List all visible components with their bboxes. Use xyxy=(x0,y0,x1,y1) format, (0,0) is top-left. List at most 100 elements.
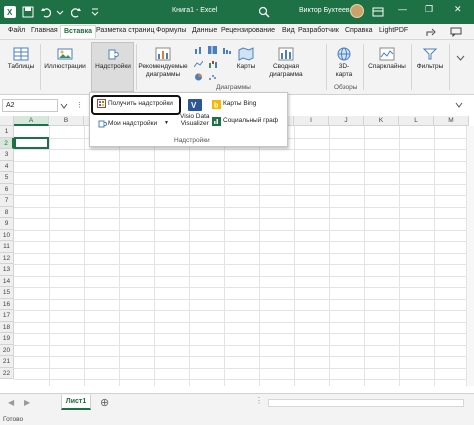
status-bar: Готово xyxy=(0,415,474,425)
minimize-button[interactable]: — xyxy=(398,4,407,14)
row-header-20[interactable]: 20 xyxy=(0,344,14,356)
row-header-7[interactable]: 7 xyxy=(0,195,14,207)
redo-icon[interactable] xyxy=(70,6,82,20)
row-header-13[interactable]: 13 xyxy=(0,264,14,276)
pivot-chart-button[interactable]: Сводная диаграмма xyxy=(263,47,309,79)
tab-split-handle[interactable]: ⋮ xyxy=(255,396,263,405)
tab-data[interactable]: Данные xyxy=(192,27,217,34)
row-header-6[interactable]: 6 xyxy=(0,183,14,195)
more-commands-icon[interactable] xyxy=(456,54,465,62)
tables-button[interactable]: Таблицы xyxy=(6,47,36,71)
row-header-3[interactable]: 3 xyxy=(0,149,14,161)
selected-cell-a2[interactable] xyxy=(14,137,49,149)
tab-developer[interactable]: Разработчик xyxy=(298,27,339,34)
pie-chart-icon[interactable] xyxy=(194,73,203,81)
row-header-5[interactable]: 5 xyxy=(0,172,14,184)
vertical-scrollbar[interactable] xyxy=(466,126,474,386)
column-header-i[interactable]: I xyxy=(294,116,329,126)
column-header-l[interactable]: L xyxy=(399,116,434,126)
hierarchy-chart-icon[interactable] xyxy=(208,46,217,54)
expand-formula-bar-icon[interactable] xyxy=(455,101,463,111)
column-gridline xyxy=(329,126,330,386)
column-header-k[interactable]: K xyxy=(364,116,399,126)
row-header-8[interactable]: 8 xyxy=(0,206,14,218)
my-addins-menu-item[interactable]: Мои надстройки xyxy=(108,120,157,127)
name-box-dropdown-icon[interactable] xyxy=(60,102,68,112)
column-header-j[interactable]: J xyxy=(329,116,364,126)
row-header-10[interactable]: 10 xyxy=(0,229,14,241)
filters-button[interactable]: Фильтры xyxy=(413,47,447,71)
close-button[interactable]: ✕ xyxy=(454,4,462,15)
row-header-12[interactable]: 12 xyxy=(0,252,14,264)
ribbon-display-icon[interactable] xyxy=(372,6,384,20)
visio-data-visualizer-button[interactable]: Visio Data Visualizer xyxy=(180,113,210,127)
row-gridline xyxy=(14,149,474,150)
column-gridline xyxy=(364,126,365,386)
tab-insert[interactable]: Вставка xyxy=(60,25,96,38)
tab-lightpdf[interactable]: LightPDF xyxy=(379,27,408,34)
undo-dropdown-icon[interactable] xyxy=(56,6,64,20)
my-addins-dropdown-icon[interactable]: ▼ xyxy=(164,120,169,126)
row-header-1[interactable]: 1 xyxy=(0,126,14,138)
user-name[interactable]: Виктор Бухтеев xyxy=(299,7,350,14)
recommended-charts-button[interactable]: Рекомендуемые диаграммы xyxy=(138,47,188,79)
avatar[interactable] xyxy=(350,4,364,18)
next-sheet-icon[interactable]: ▶ xyxy=(24,398,30,407)
row-header-17[interactable]: 17 xyxy=(0,310,14,322)
3d-map-button[interactable]: 3D- карта xyxy=(330,47,358,79)
undo-icon[interactable] xyxy=(40,6,52,20)
column-chart-icon[interactable] xyxy=(194,46,203,54)
row-header-4[interactable]: 4 xyxy=(0,160,14,172)
save-icon[interactable] xyxy=(22,6,34,20)
ribbon-divider xyxy=(363,44,364,90)
row-header-19[interactable]: 19 xyxy=(0,333,14,345)
name-box[interactable]: A2 xyxy=(2,99,58,112)
addins-button[interactable]: Надстройки xyxy=(92,47,134,71)
horizontal-scrollbar[interactable] xyxy=(268,399,464,407)
tab-page-layout[interactable]: Разметка страниц xyxy=(96,27,154,34)
column-header-a[interactable]: A xyxy=(14,116,49,126)
tab-review[interactable]: Рецензирование xyxy=(221,27,275,34)
column-header-b[interactable]: B xyxy=(49,116,84,126)
row-gridline xyxy=(14,344,474,346)
recommended-charts-label-1: Рекомендуемые xyxy=(138,63,188,70)
tab-view[interactable]: Вид xyxy=(282,27,295,34)
select-all-corner[interactable] xyxy=(0,116,14,126)
tab-home[interactable]: Главная xyxy=(31,27,58,34)
comments-icon[interactable] xyxy=(450,27,462,39)
maps-button[interactable]: Карты xyxy=(232,47,260,71)
sparklines-button[interactable]: Спарклайны xyxy=(365,47,409,71)
tab-file[interactable]: Файл xyxy=(8,27,25,34)
line-chart-icon[interactable] xyxy=(193,60,204,68)
row-header-9[interactable]: 9 xyxy=(0,218,14,230)
row-header-11[interactable]: 11 xyxy=(0,241,14,253)
sheet-tab-1[interactable]: Лист1 xyxy=(61,395,91,410)
illustrations-button[interactable]: Иллюстрации xyxy=(42,47,88,71)
row-header-22[interactable]: 22 xyxy=(0,367,14,379)
search-icon[interactable] xyxy=(258,6,270,20)
row-header-21[interactable]: 21 xyxy=(0,356,14,368)
tab-help[interactable]: Справка xyxy=(345,27,372,34)
statistic-chart-icon[interactable] xyxy=(222,46,231,54)
bing-maps-icon: b xyxy=(212,100,221,111)
share-icon[interactable] xyxy=(425,27,437,39)
row-header-15[interactable]: 15 xyxy=(0,287,14,299)
worksheet-grid[interactable]: ABCDEFGHIJKLM 12345678910111213141516171… xyxy=(0,116,474,386)
row-header-16[interactable]: 16 xyxy=(0,298,14,310)
row-gridline xyxy=(14,172,474,173)
prev-sheet-icon[interactable]: ◀ xyxy=(8,398,14,407)
customize-toolbar-icon[interactable] xyxy=(90,6,100,20)
row-header-2[interactable]: 2 xyxy=(0,137,14,149)
scatter-chart-icon[interactable] xyxy=(208,73,217,81)
column-header-m[interactable]: M xyxy=(434,116,469,126)
waterfall-chart-icon[interactable] xyxy=(208,60,217,68)
row-header-14[interactable]: 14 xyxy=(0,275,14,287)
add-sheet-icon[interactable]: ⊕ xyxy=(100,396,109,409)
people-graph-button[interactable]: Социальный граф xyxy=(223,117,278,124)
bing-maps-button[interactable]: Карты Bing xyxy=(223,100,256,107)
row-gridline xyxy=(14,229,474,231)
my-addins-icon xyxy=(97,119,108,130)
tab-formulas[interactable]: Формулы xyxy=(156,27,186,34)
restore-button[interactable]: ❐ xyxy=(425,4,433,15)
row-header-18[interactable]: 18 xyxy=(0,321,14,333)
